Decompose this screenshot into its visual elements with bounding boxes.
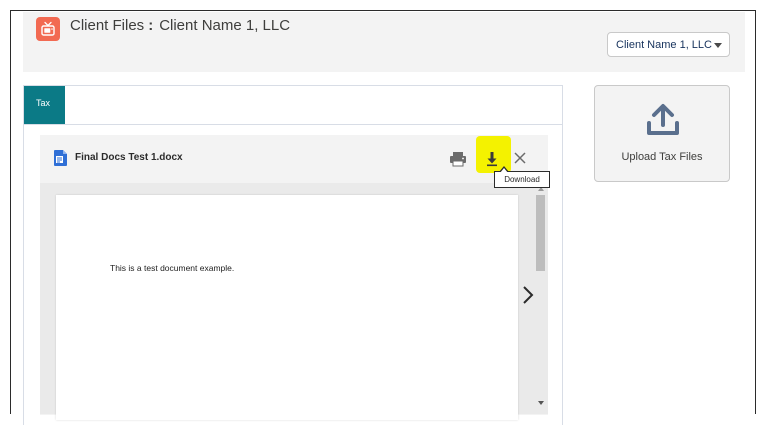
file-name: Final Docs Test 1.docx: [75, 152, 183, 163]
chevron-down-icon: [714, 43, 722, 48]
tab-tax[interactable]: Tax: [24, 86, 65, 124]
client-name: Client Name 1, LLC: [159, 17, 291, 34]
scroll-down-icon[interactable]: [538, 401, 544, 405]
close-icon[interactable]: [513, 151, 527, 165]
document-text: This is a test document example.: [110, 263, 235, 273]
chevron-right-icon[interactable]: [520, 283, 536, 307]
upload-tax-files-button[interactable]: Upload Tax Files: [594, 85, 730, 182]
viewer-scrollbar[interactable]: [535, 187, 547, 414]
download-tooltip: Download: [494, 166, 550, 188]
title-separator: :: [148, 17, 154, 34]
document-viewer: This is a test document example.: [40, 183, 548, 420]
print-icon[interactable]: [449, 151, 467, 167]
document-page: This is a test document example.: [56, 195, 518, 420]
upload-icon: [647, 104, 679, 135]
upload-label: Upload Tax Files: [621, 151, 703, 163]
scrollbar-thumb[interactable]: [536, 195, 545, 271]
page-title-label: Client Files: [70, 17, 145, 34]
file-viewer-header: Final Docs Test 1.docx: [40, 135, 548, 181]
doc-icon: [54, 150, 67, 166]
client-select-value: Client Name 1, LLC: [616, 38, 712, 51]
page-title: Client Files: Client Name 1, LLC: [70, 17, 290, 34]
client-select-dropdown[interactable]: Client Name 1, LLC: [607, 32, 730, 57]
tv-icon: [36, 17, 60, 41]
tab-bar: Tax: [24, 86, 562, 125]
